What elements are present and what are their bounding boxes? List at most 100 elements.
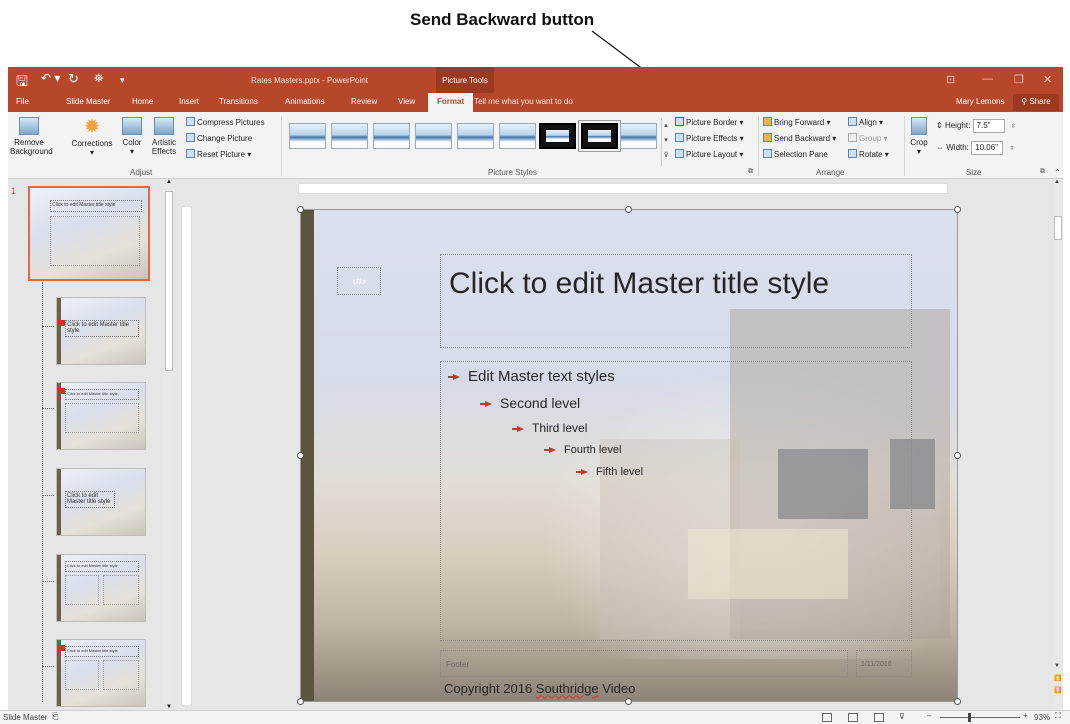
width-input[interactable]: 10.06" bbox=[971, 141, 1004, 155]
tab-transitions[interactable]: Transitions bbox=[219, 97, 258, 106]
slideshow-view-icon[interactable]: ⊽ bbox=[899, 712, 905, 721]
tab-home[interactable]: Home bbox=[132, 97, 153, 106]
artistic-effects-button[interactable]: Artistic Effects bbox=[146, 117, 182, 156]
close-icon[interactable]: ✕ bbox=[1043, 73, 1052, 86]
crop-button[interactable]: Crop ▾ bbox=[907, 117, 931, 156]
align-button[interactable]: Align ▾ bbox=[848, 117, 883, 127]
copyright-text[interactable]: Copyright 2016 Southridge Video bbox=[444, 681, 635, 696]
send-backward-button[interactable]: Send Backward ▾ bbox=[763, 133, 836, 143]
customize-quick-access-icon[interactable]: ▾ bbox=[120, 75, 125, 86]
minimize-icon[interactable]: — bbox=[982, 73, 993, 85]
layout-thumbnail-1[interactable]: Click to edit Master title style bbox=[56, 297, 146, 365]
rotate-button[interactable]: Rotate ▾ bbox=[848, 149, 889, 159]
picture-style-9[interactable] bbox=[620, 123, 657, 149]
date-placeholder[interactable]: 1/11/2016 bbox=[856, 650, 912, 677]
picture-style-8[interactable] bbox=[578, 120, 621, 152]
layout-thumbnail-4[interactable]: Click to edit Master title style bbox=[56, 554, 146, 622]
restore-icon[interactable]: ❐ bbox=[1014, 73, 1024, 86]
ribbon-display-options-icon[interactable]: ⊡ bbox=[946, 73, 955, 86]
compress-pictures-button[interactable]: Compress Pictures bbox=[186, 117, 265, 127]
color-button[interactable]: Color ▾ bbox=[120, 117, 144, 156]
picture-border-button[interactable]: Picture Border ▾ bbox=[675, 117, 743, 127]
picture-style-3[interactable] bbox=[373, 123, 410, 149]
zoom-slider-thumb[interactable] bbox=[968, 713, 971, 722]
selection-pane-button[interactable]: Selection Pane bbox=[763, 149, 828, 159]
zoom-slider-track[interactable] bbox=[940, 717, 1020, 718]
rotate-label: Rotate bbox=[859, 150, 883, 159]
picture-style-2[interactable] bbox=[331, 123, 368, 149]
zoom-in-icon[interactable]: + bbox=[1023, 711, 1028, 720]
slide-number-placeholder[interactable]: ‹#› bbox=[337, 267, 381, 295]
spelling-check-icon[interactable]: ⎗ bbox=[52, 712, 58, 722]
layout-thumbnail-5[interactable]: Click to edit Master title style bbox=[56, 639, 146, 707]
undo-icon[interactable]: ↶ ▾ bbox=[41, 71, 60, 85]
scroll-up-icon[interactable]: ▲ bbox=[1054, 179, 1060, 185]
redo-icon[interactable]: ↻ bbox=[68, 71, 79, 87]
body-placeholder[interactable]: Edit Master text styles Second level Thi… bbox=[440, 361, 912, 641]
picture-style-1[interactable] bbox=[289, 123, 326, 149]
layout-thumbnail-2[interactable]: Click to edit Master title style bbox=[56, 382, 146, 450]
height-input[interactable]: 7.5" bbox=[972, 119, 1005, 133]
title-placeholder[interactable]: Click to edit Master title style bbox=[440, 254, 912, 348]
master-slide-thumbnail[interactable]: Click to edit Master title style bbox=[28, 186, 150, 281]
reading-view-icon[interactable] bbox=[874, 713, 884, 722]
picture-layout-button[interactable]: Picture Layout ▾ bbox=[675, 149, 743, 159]
picture-effects-button[interactable]: Picture Effects ▾ bbox=[675, 133, 744, 143]
start-from-beginning-icon[interactable]: ⛯ bbox=[94, 71, 104, 86]
document-title: Rates Masters.pptx - PowerPoint bbox=[251, 76, 368, 85]
group-button[interactable]: Group ▾ bbox=[848, 133, 887, 143]
resize-handle-top-left[interactable] bbox=[297, 206, 304, 213]
share-button[interactable]: ⚲ Share bbox=[1013, 94, 1059, 111]
tab-file[interactable]: File bbox=[16, 97, 29, 106]
picture-style-4[interactable] bbox=[415, 123, 452, 149]
size-launcher-icon[interactable]: ⧉ bbox=[1040, 168, 1045, 176]
gallery-scroll[interactable]: ▴ ▾ ⊽ bbox=[661, 118, 670, 166]
tell-me-search[interactable]: ♀ Tell me what you want to do bbox=[466, 97, 573, 106]
user-name[interactable]: Mary Lemons bbox=[956, 97, 1004, 106]
collapse-ribbon-icon[interactable]: ⌃ bbox=[1054, 168, 1061, 177]
picture-styles-launcher-icon[interactable]: ⧉ bbox=[748, 168, 753, 176]
width-spinner-icon[interactable]: ⇳ bbox=[1009, 145, 1014, 152]
resize-handle-right[interactable] bbox=[954, 452, 961, 459]
save-icon[interactable]: 🖫 bbox=[16, 71, 28, 95]
picture-style-5[interactable] bbox=[457, 123, 494, 149]
zoom-level[interactable]: 93% bbox=[1034, 713, 1050, 722]
thumbnail-scroll-thumb[interactable] bbox=[165, 191, 173, 371]
next-slide-icon[interactable]: ⏬ bbox=[1054, 687, 1061, 694]
resize-handle-bottom-left[interactable] bbox=[297, 698, 304, 705]
tab-review[interactable]: Review bbox=[351, 97, 377, 106]
footer-placeholder[interactable]: Footer bbox=[440, 650, 848, 677]
layout-thumbnail-3[interactable]: Click to edit Master title style bbox=[56, 468, 146, 536]
normal-view-icon[interactable] bbox=[822, 713, 832, 722]
slide-scrollbar[interactable]: ▲ ▼ ⏫ ⏬ bbox=[1053, 179, 1063, 710]
reset-picture-button[interactable]: Reset Picture ▾ bbox=[186, 149, 251, 159]
previous-slide-icon[interactable]: ⏫ bbox=[1054, 675, 1061, 682]
fit-to-window-icon[interactable]: ⛶ bbox=[1055, 711, 1061, 721]
scroll-down-icon[interactable]: ▼ bbox=[1054, 663, 1060, 669]
thumbnail-accent-bar bbox=[57, 555, 61, 621]
height-spinner-icon[interactable]: ⇳ bbox=[1011, 123, 1016, 130]
zoom-out-icon[interactable]: – bbox=[927, 711, 931, 720]
slide-scroll-thumb[interactable] bbox=[1054, 216, 1062, 240]
scroll-up-icon[interactable]: ▲ bbox=[166, 179, 172, 185]
remove-background-button[interactable]: Remove Background bbox=[10, 117, 53, 156]
change-picture-button[interactable]: Change Picture bbox=[186, 133, 252, 143]
resize-handle-top[interactable] bbox=[625, 206, 632, 213]
corrections-button[interactable]: ✹ Corrections ▾ bbox=[68, 117, 116, 157]
picture-style-7[interactable] bbox=[539, 123, 576, 149]
bring-forward-button[interactable]: Bring Forward ▾ bbox=[763, 117, 831, 127]
resize-handle-top-right[interactable] bbox=[954, 206, 961, 213]
tab-view[interactable]: View bbox=[398, 97, 415, 106]
resize-handle-left[interactable] bbox=[297, 452, 304, 459]
slide-sorter-view-icon[interactable] bbox=[848, 713, 858, 722]
tab-insert[interactable]: Insert bbox=[179, 97, 199, 106]
resize-handle-bottom[interactable] bbox=[625, 698, 632, 705]
tab-animations[interactable]: Animations bbox=[285, 97, 325, 106]
slide-canvas[interactable]: ‹#› Click to edit Master title style Edi… bbox=[300, 209, 958, 702]
picture-style-6[interactable] bbox=[499, 123, 536, 149]
reset-picture-label: Reset Picture bbox=[197, 150, 246, 159]
layout-tree-line bbox=[42, 282, 43, 702]
thumbnail-scrollbar[interactable]: ▲ ▼ bbox=[163, 179, 175, 710]
tab-slide-master[interactable]: Slide Master bbox=[66, 97, 110, 106]
resize-handle-bottom-right[interactable] bbox=[954, 698, 961, 705]
